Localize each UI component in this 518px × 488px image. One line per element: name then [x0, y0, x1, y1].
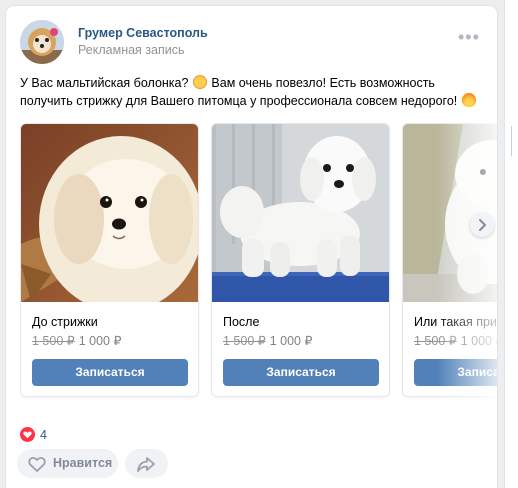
- card-prices: 1 500 ₽1 000 ₽: [223, 333, 312, 348]
- old-price: 1 500 ₽: [223, 334, 266, 348]
- heart-filled-icon: [20, 427, 35, 442]
- book-button[interactable]: Записаться: [32, 359, 188, 386]
- post-text: У Вас мальтийская болонка? Вам очень пов…: [20, 74, 490, 110]
- share-button[interactable]: [125, 449, 168, 478]
- post-card: Грумер Севастополь Рекламная запись ••• …: [6, 6, 497, 488]
- card-title: После: [223, 315, 260, 329]
- heart-outline-icon: [27, 455, 47, 478]
- card-photo-after[interactable]: [212, 124, 389, 302]
- chevron-right-icon[interactable]: [470, 213, 494, 237]
- card-prices: 1 500 ₽1 000 ₽: [414, 333, 497, 348]
- author-avatar[interactable]: [20, 20, 64, 64]
- book-button[interactable]: Записаться: [223, 359, 379, 386]
- author-name-link[interactable]: Грумер Севастополь: [78, 26, 208, 40]
- new-price: 1 000 ₽: [78, 334, 122, 348]
- more-dots-icon[interactable]: •••: [458, 28, 480, 46]
- like-label: Нравится: [53, 456, 113, 470]
- card-title: До стрижки: [32, 315, 98, 329]
- likes-count: 4: [40, 428, 47, 442]
- new-price: 1 000 ₽: [460, 334, 497, 348]
- right-panel-mark: [511, 126, 512, 156]
- right-panel-edge: [505, 0, 518, 488]
- fire-emoji-icon: [461, 93, 476, 107]
- like-button[interactable]: Нравится: [17, 449, 118, 478]
- post-text-part1: У Вас мальтийская болонка?: [20, 76, 192, 90]
- book-button[interactable]: Записаться: [414, 359, 497, 386]
- card-title: Или такая прич: [414, 315, 497, 329]
- product-carousel: До стрижки 1 500 ₽1 000 ₽ Записаться Пос…: [20, 123, 497, 403]
- ad-label: Рекламная запись: [78, 43, 185, 57]
- carousel-card[interactable]: После 1 500 ₽1 000 ₽ Записаться: [211, 123, 390, 397]
- old-price: 1 500 ₽: [32, 334, 75, 348]
- card-prices: 1 500 ₽1 000 ₽: [32, 333, 121, 348]
- flushed-face-emoji-icon: [192, 75, 207, 89]
- share-arrow-icon: [136, 455, 156, 478]
- card-photo-before[interactable]: [21, 124, 198, 302]
- carousel-card[interactable]: Или такая прич 1 500 ₽1 000 ₽ Записаться: [402, 123, 497, 397]
- carousel-card[interactable]: До стрижки 1 500 ₽1 000 ₽ Записаться: [20, 123, 199, 397]
- new-price: 1 000 ₽: [269, 334, 313, 348]
- old-price: 1 500 ₽: [414, 334, 457, 348]
